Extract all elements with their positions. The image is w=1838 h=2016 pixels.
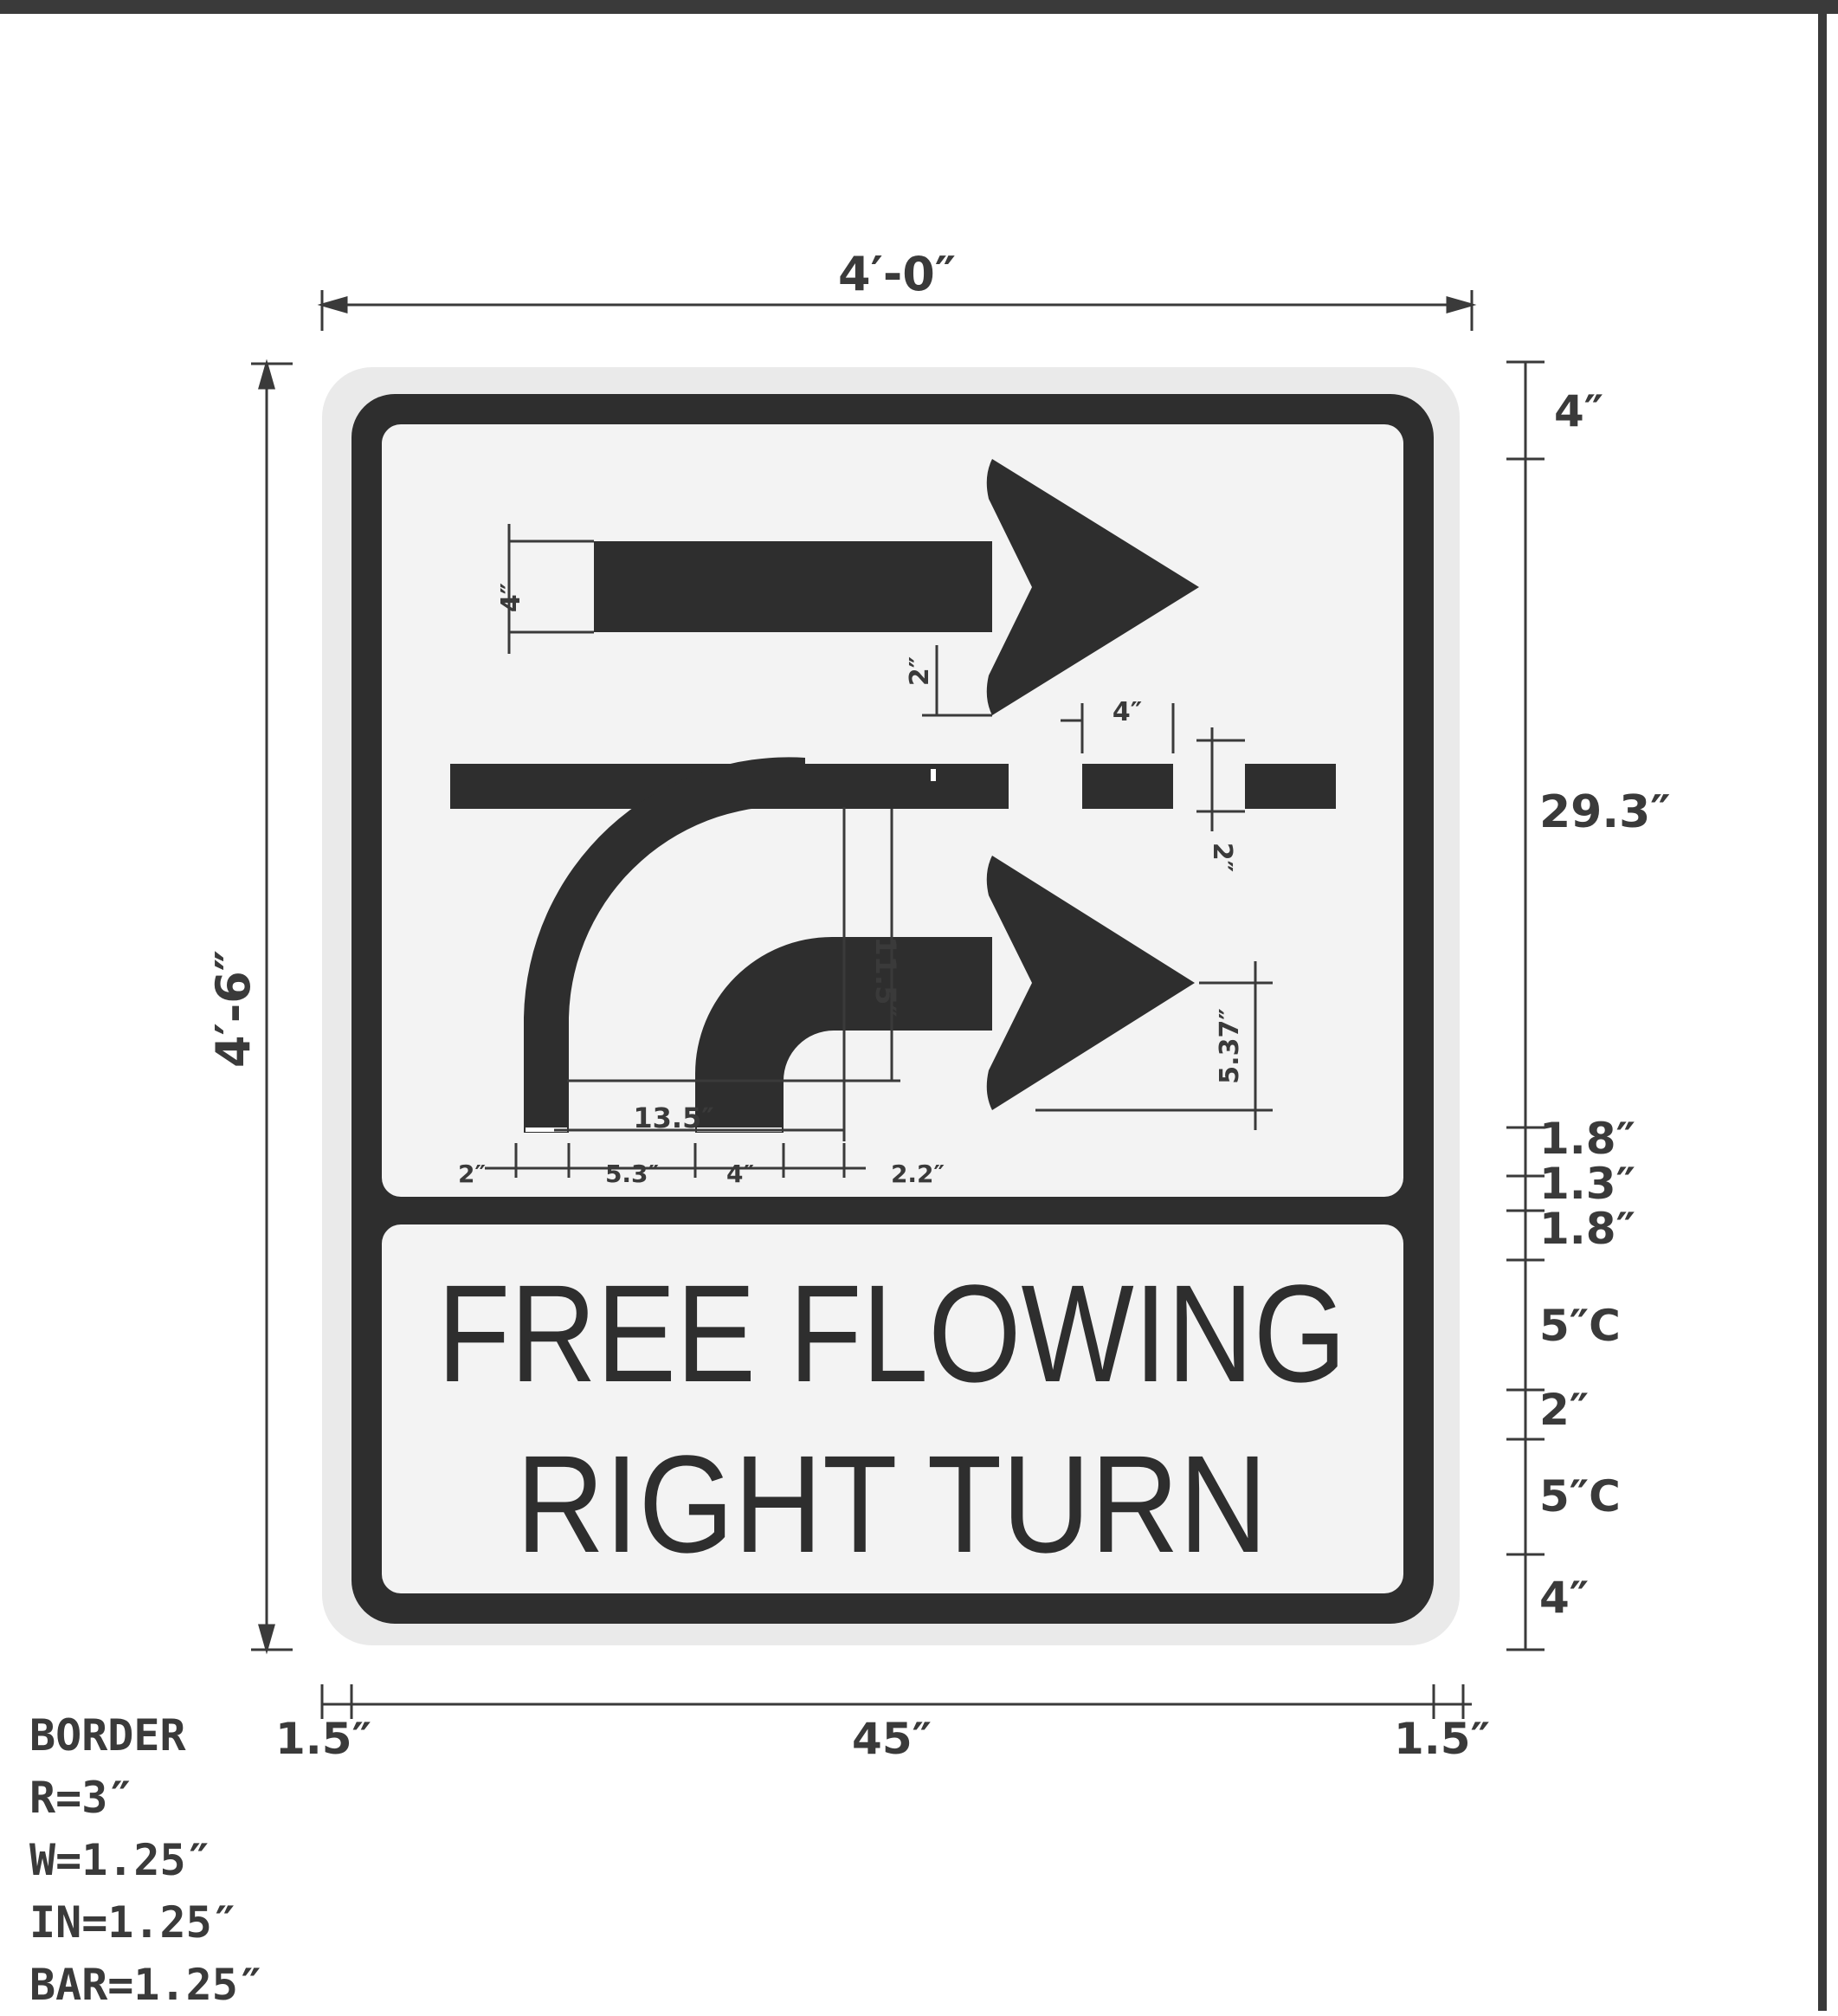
lane-line-dash-2 <box>1245 764 1336 809</box>
dim-lane-block: 4″ <box>1112 697 1142 727</box>
dim-right-line2: 5″C <box>1539 1471 1621 1522</box>
dim-right-bar: 1.3″ <box>1539 1159 1635 1209</box>
border-notes: BORDER R=3″ W=1.25″ IN=1.25″ BAR=1.25″ <box>29 1704 264 2016</box>
legend-line-1: FREE FLOWING <box>437 1256 1346 1411</box>
dim-bottom-2-2: 2.2″ <box>891 1160 945 1188</box>
dim-right-symbol-panel: 29.3″ <box>1539 786 1671 838</box>
dim-lane-gap: 2″ <box>1207 843 1237 872</box>
page-frame-right <box>1818 0 1827 2011</box>
dim-overall-height: 4′-6″ <box>206 950 261 1068</box>
border-notes-title: BORDER <box>29 1710 186 1761</box>
dim-arrow-shaft: 4″ <box>496 583 526 612</box>
dim-right-gap-1: 1.8″ <box>1539 1114 1635 1164</box>
dim-arrow-head-half: 5.37″ <box>1215 1008 1245 1083</box>
lane-line-dash-1 <box>1082 764 1173 809</box>
dim-bottom-4: 4″ <box>726 1160 754 1188</box>
dim-arrow-head-offset: 2″ <box>905 656 935 686</box>
dim-bottom-right: 1.5″ <box>1394 1714 1490 1764</box>
dim-overall-width: 4′-0″ <box>838 247 956 301</box>
border-notes-inset: IN=1.25″ <box>29 1897 238 1948</box>
dim-right-line-gap: 2″ <box>1539 1385 1589 1435</box>
border-notes-radius: R=3″ <box>29 1773 134 1823</box>
dim-right-bottom: 4″ <box>1539 1573 1589 1623</box>
dim-right-line1: 5″C <box>1539 1301 1621 1351</box>
border-notes-width: W=1.25″ <box>29 1835 212 1885</box>
dim-bottom-2: 2″ <box>458 1160 486 1188</box>
dim-right-top: 4″ <box>1554 386 1603 436</box>
dim-bottom-5-3: 5.3″ <box>605 1160 659 1188</box>
border-notes-bar: BAR=1.25″ <box>29 1960 264 2010</box>
dim-right-gap-2: 1.8″ <box>1539 1204 1635 1254</box>
legend-line-2: RIGHT TURN <box>516 1426 1267 1581</box>
dim-bottom-left: 1.5″ <box>275 1714 371 1764</box>
page-frame-top <box>0 0 1838 14</box>
dim-curve-span: 13.5″ <box>633 1102 713 1134</box>
dim-bottom-center: 45″ <box>852 1714 932 1764</box>
sign-diagram: FREE FLOWING RIGHT TURN 4′-0″ 4′-6″ 4″ 2… <box>0 0 1838 2011</box>
dim-curve-radius: 11.5″ <box>869 936 902 1017</box>
